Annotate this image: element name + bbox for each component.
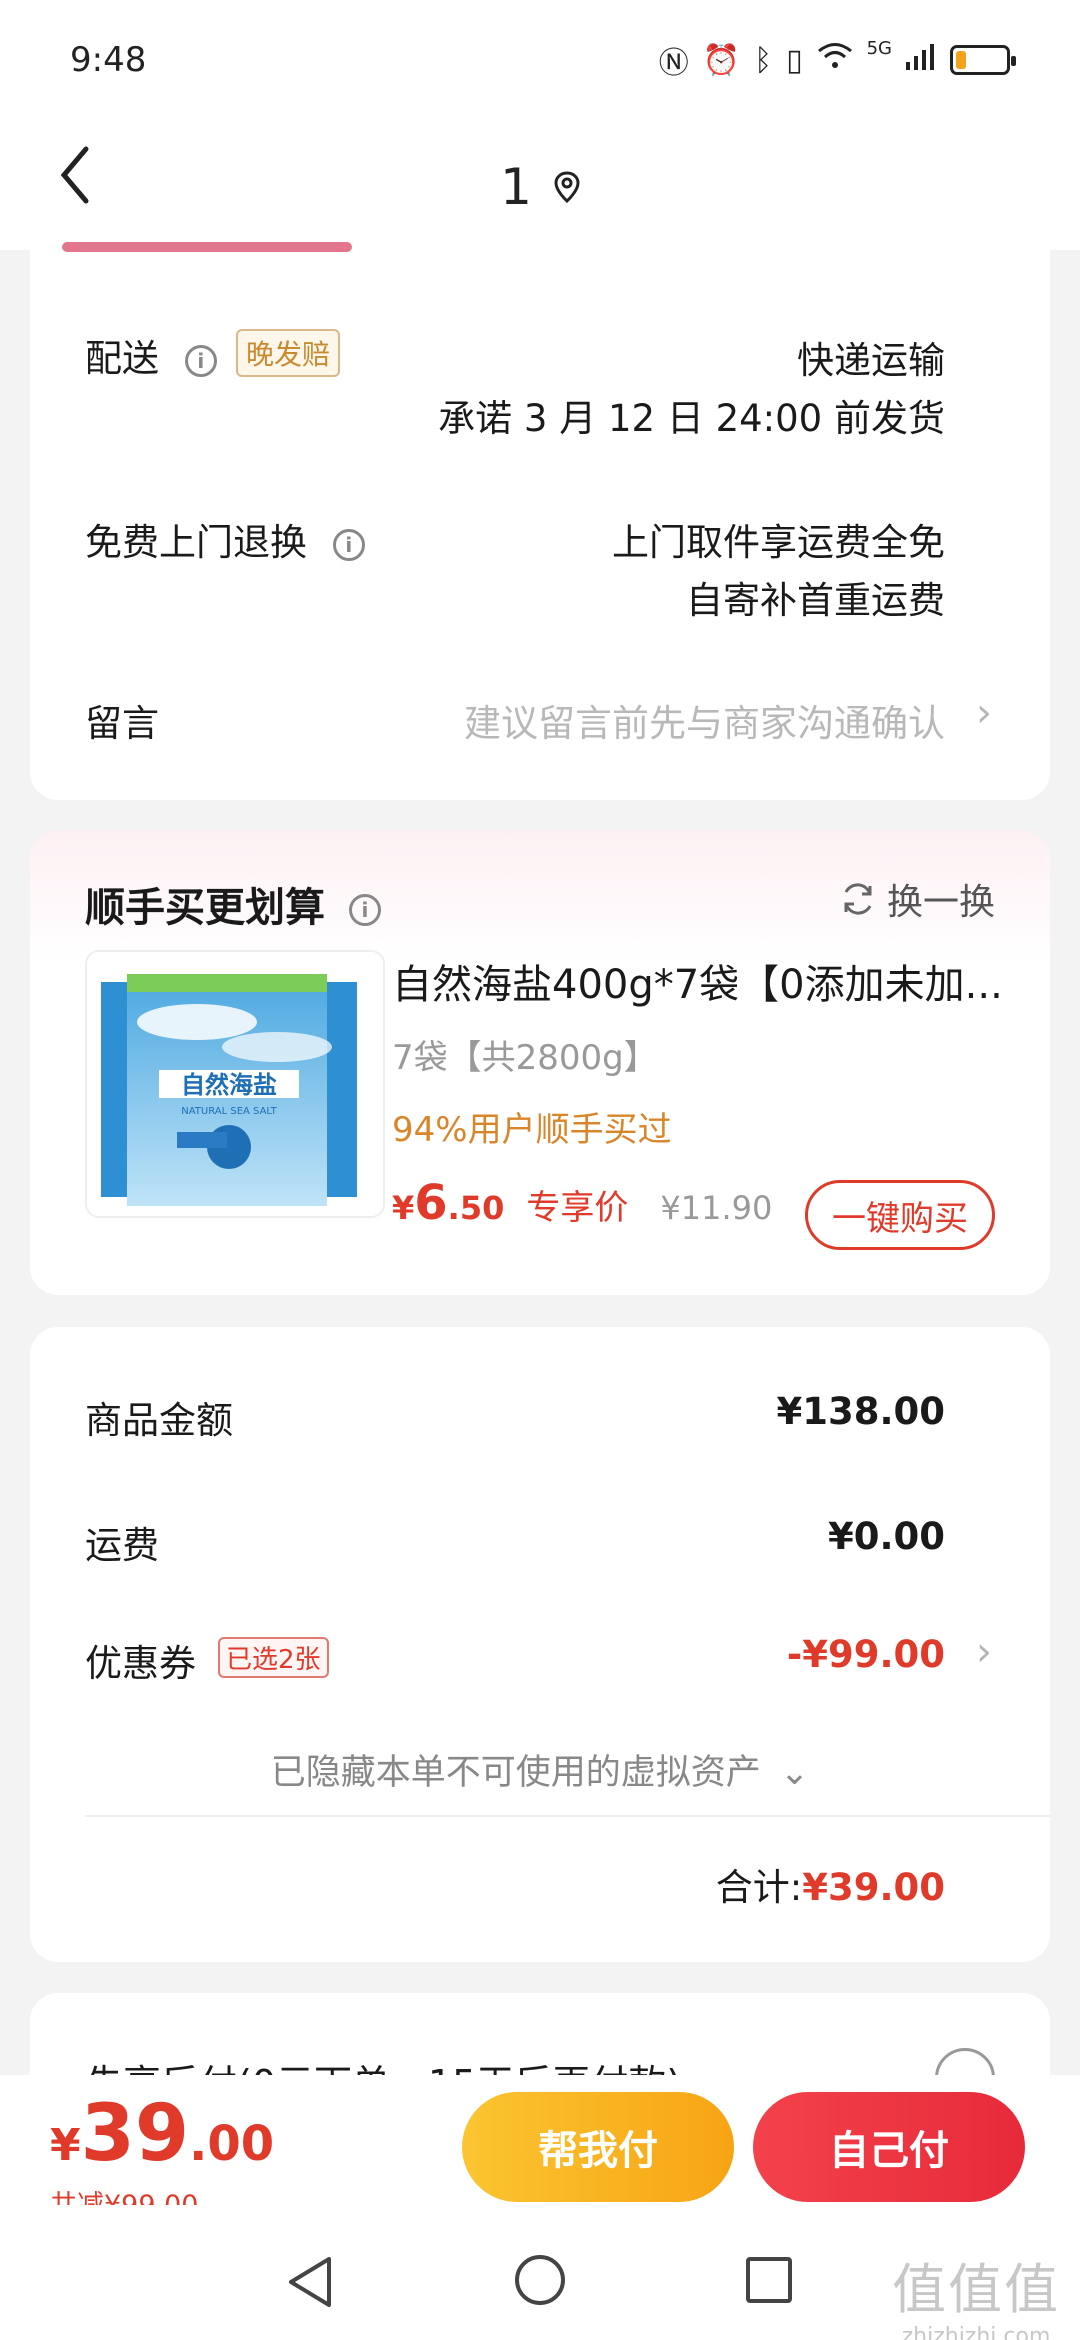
page-title: 1 (500, 158, 532, 216)
return-line2: 自寄补首重运费 (686, 579, 945, 622)
one-click-buy-button[interactable]: 一键购买 (805, 1180, 995, 1250)
return-label-group: 免费上门退换 i (85, 512, 365, 566)
signal-icon (906, 42, 936, 78)
price-summary-card: 商品金额 ¥138.00 运费 ¥0.00 优惠券 已选2张 -¥99.00 ›… (30, 1327, 1050, 1962)
wifi-icon (817, 42, 853, 78)
product-image[interactable]: 自然海盐 NATURAL SEA SALT (85, 950, 385, 1218)
total-decimal: .00 (189, 2116, 275, 2172)
delivery-promise: 承诺 3 月 12 日 24:00 前发货 (438, 397, 945, 440)
package-brand: 自然海盐 (181, 1071, 277, 1099)
system-back-icon[interactable] (285, 2255, 335, 2309)
chevron-down-icon: ⌄ (779, 1753, 810, 1793)
help-me-pay-button[interactable]: 帮我付 (462, 2092, 734, 2202)
product-spec: 7袋【共2800g】 (392, 1038, 658, 1078)
battery-icon (950, 45, 1016, 75)
hidden-assets-toggle[interactable]: 已隐藏本单不可使用的虚拟资产 ⌄ (30, 1744, 1050, 1795)
price-currency: ¥ (392, 1189, 415, 1227)
price-tag: 专享价 (526, 1188, 629, 1228)
watermark-text: zhizhizhi.com (901, 2324, 1051, 2340)
coupon-amount[interactable]: -¥99.00 (787, 1633, 945, 1676)
return-line1: 上门取件享运费全免 (612, 521, 945, 564)
swap-button[interactable]: 换一换 (839, 873, 995, 925)
pay-myself-button[interactable]: 自己付 (753, 2092, 1025, 2202)
addon-title: 顺手买更划算 (85, 885, 325, 931)
delivery-label-group: 配送 i (85, 328, 217, 382)
swap-label: 换一换 (886, 882, 995, 923)
watermark-logo: 值值值 (892, 2258, 1060, 2321)
message-label: 留言 (85, 702, 159, 745)
original-price: ¥11.90 (660, 1189, 773, 1227)
subtotal-row: 合计: ¥39.00 (716, 1857, 945, 1911)
system-navigation-bar: 值值值 zhizhizhi.com (0, 2205, 1080, 2340)
nfc-icon: Ⓝ (658, 46, 689, 81)
total-currency: ¥ (50, 2120, 81, 2171)
goods-amount-label: 商品金额 (85, 1399, 233, 1442)
chevron-right-icon[interactable]: › (976, 1629, 992, 1675)
alarm-icon: ⏰ (702, 42, 741, 78)
addon-card: 顺手买更划算 i 换一换 自然海盐 NATURAL SEA SALT 自然海盐4… (30, 830, 1050, 1295)
status-icons: Ⓝ ⏰ ᛒ ▯ 5G (658, 38, 1016, 82)
subtotal-amount: ¥39.00 (802, 1866, 945, 1909)
late-compensation-badge: 晚发赔 (236, 329, 341, 377)
battery-level (956, 51, 966, 69)
message-input[interactable]: 建议留言前先与商家沟通确认 (464, 693, 945, 747)
delivery-label: 配送 (85, 337, 159, 380)
subtotal-label: 合计: (715, 1866, 803, 1909)
status-time: 9:48 (70, 40, 147, 80)
order-info-card: 配送 i 晚发赔 快递运输 承诺 3 月 12 日 24:00 前发货 免费上门… (30, 250, 1050, 800)
info-icon[interactable]: i (332, 528, 365, 561)
return-label: 免费上门退换 (85, 521, 307, 564)
system-recents-icon[interactable] (746, 2257, 792, 2303)
refresh-icon (844, 883, 872, 915)
price-integer: 6 (414, 1175, 448, 1231)
status-bar: 9:48 Ⓝ ⏰ ᛒ ▯ 5G (0, 0, 1080, 118)
vibrate-icon: ▯ (786, 42, 803, 78)
product-name[interactable]: 自然海盐400g*7袋【0添加未加... (392, 952, 1012, 1010)
goods-amount: ¥138.00 (776, 1390, 945, 1433)
shipping-label: 运费 (85, 1524, 159, 1567)
info-icon[interactable]: i (348, 894, 381, 926)
network-label: 5G (866, 38, 892, 59)
checkout-bar: ¥ 39 .00 共减¥99.00 帮我付 自己付 (0, 2075, 1080, 2221)
coupon-label: 优惠券 (85, 1642, 196, 1685)
nav-title-group[interactable]: 1 (0, 158, 1080, 216)
order-total: ¥ 39 .00 (50, 2089, 274, 2179)
sea-salt-package-image: 自然海盐 NATURAL SEA SALT (87, 952, 383, 1216)
product-buyers: 94%用户顺手买过 (392, 1110, 672, 1150)
location-pin-icon (554, 171, 580, 203)
divider (85, 1815, 1050, 1817)
addon-title-group: 顺手买更划算 i (85, 875, 381, 933)
shipping-amount: ¥0.00 (827, 1515, 945, 1558)
product-price: ¥ 6 .50 专享价 ¥11.90 (392, 1175, 772, 1231)
watermark: 值值值 zhizhizhi.com (892, 2245, 1060, 2340)
system-home-icon[interactable] (515, 2255, 565, 2305)
package-subtitle: NATURAL SEA SALT (181, 1106, 277, 1117)
total-integer: 39 (80, 2089, 190, 2179)
price-decimal: .50 (447, 1189, 505, 1227)
hidden-assets-text: 已隐藏本单不可使用的虚拟资产 (270, 1753, 761, 1793)
bluetooth-icon: ᛒ (754, 42, 773, 78)
info-icon[interactable]: i (184, 344, 217, 377)
decorative-strip (62, 242, 352, 252)
delivery-method: 快递运输 (797, 339, 945, 382)
navigation-bar: 1 (0, 118, 1080, 250)
coupon-badge: 已选2张 (218, 1637, 329, 1678)
chevron-right-icon[interactable]: › (976, 690, 992, 736)
